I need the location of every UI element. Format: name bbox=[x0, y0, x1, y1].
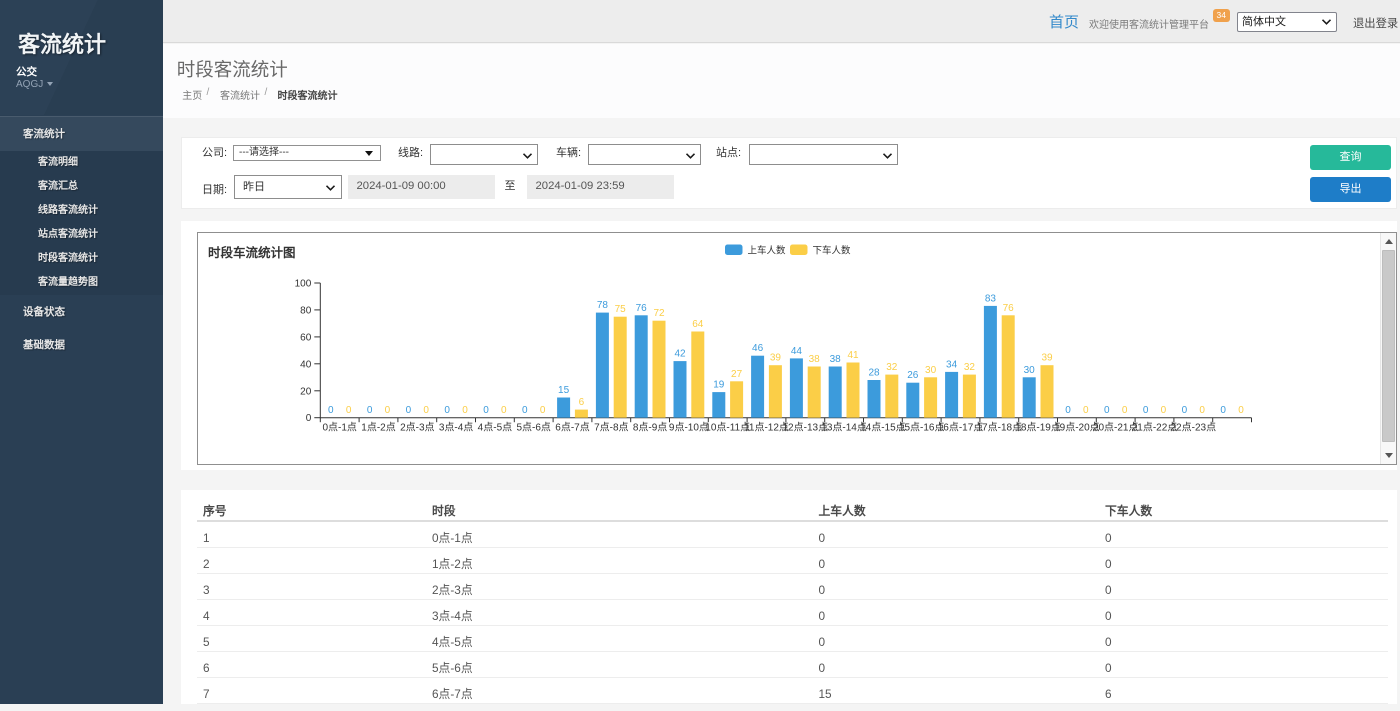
svg-text:0: 0 bbox=[306, 413, 312, 424]
svg-text:80: 80 bbox=[300, 305, 312, 316]
svg-text:0点-1点: 0点-1点 bbox=[322, 421, 356, 433]
svg-text:46: 46 bbox=[752, 343, 764, 354]
svg-text:0: 0 bbox=[540, 405, 546, 416]
svg-text:38: 38 bbox=[830, 354, 842, 365]
svg-text:4点-5点: 4点-5点 bbox=[478, 421, 512, 433]
svg-text:0: 0 bbox=[1104, 405, 1110, 416]
svg-text:28: 28 bbox=[868, 368, 880, 379]
svg-text:60: 60 bbox=[300, 332, 312, 343]
svg-text:41: 41 bbox=[847, 350, 859, 361]
svg-text:7点-8点: 7点-8点 bbox=[594, 421, 628, 433]
svg-text:83: 83 bbox=[985, 293, 997, 304]
svg-text:26: 26 bbox=[907, 370, 919, 381]
svg-text:38: 38 bbox=[809, 354, 821, 365]
svg-text:6点-7点: 6点-7点 bbox=[555, 421, 589, 433]
svg-text:0: 0 bbox=[483, 405, 489, 416]
svg-text:2点-3点: 2点-3点 bbox=[400, 421, 434, 433]
svg-text:39: 39 bbox=[770, 353, 782, 364]
svg-text:32: 32 bbox=[886, 362, 898, 373]
svg-text:44: 44 bbox=[791, 346, 803, 357]
svg-text:0: 0 bbox=[501, 405, 507, 416]
svg-text:0: 0 bbox=[346, 405, 352, 416]
svg-text:40: 40 bbox=[300, 359, 312, 370]
svg-text:0: 0 bbox=[1220, 405, 1226, 416]
svg-text:0: 0 bbox=[406, 405, 412, 416]
svg-text:42: 42 bbox=[674, 349, 686, 360]
svg-text:下车人数: 下车人数 bbox=[813, 244, 852, 256]
svg-text:78: 78 bbox=[597, 300, 609, 311]
svg-text:34: 34 bbox=[946, 359, 958, 370]
svg-text:0: 0 bbox=[423, 405, 429, 416]
svg-text:0: 0 bbox=[1161, 405, 1167, 416]
svg-text:0: 0 bbox=[385, 405, 391, 416]
svg-text:1点-2点: 1点-2点 bbox=[361, 421, 395, 433]
svg-text:0: 0 bbox=[462, 405, 468, 416]
svg-text:75: 75 bbox=[615, 304, 627, 315]
svg-text:19: 19 bbox=[713, 380, 725, 391]
svg-text:64: 64 bbox=[692, 319, 704, 330]
svg-text:27: 27 bbox=[731, 369, 743, 380]
svg-text:上车人数: 上车人数 bbox=[748, 244, 787, 256]
svg-text:22点-23点: 22点-23点 bbox=[1171, 421, 1217, 433]
svg-text:76: 76 bbox=[1003, 303, 1015, 314]
svg-text:32: 32 bbox=[964, 362, 976, 373]
svg-text:0: 0 bbox=[1122, 405, 1128, 416]
svg-text:0: 0 bbox=[1083, 405, 1089, 416]
svg-text:8点-9点: 8点-9点 bbox=[633, 421, 667, 433]
svg-text:15: 15 bbox=[558, 385, 570, 396]
svg-text:76: 76 bbox=[636, 303, 648, 314]
svg-text:5点-6点: 5点-6点 bbox=[516, 421, 550, 433]
svg-text:0: 0 bbox=[444, 405, 450, 416]
svg-text:0: 0 bbox=[1143, 405, 1149, 416]
svg-text:0: 0 bbox=[1238, 405, 1244, 416]
svg-text:0: 0 bbox=[1065, 405, 1071, 416]
svg-text:39: 39 bbox=[1041, 353, 1053, 364]
svg-text:6: 6 bbox=[579, 397, 585, 408]
svg-text:9点-10点: 9点-10点 bbox=[669, 421, 709, 433]
svg-text:72: 72 bbox=[653, 308, 665, 319]
svg-text:30: 30 bbox=[1024, 365, 1036, 376]
svg-text:0: 0 bbox=[522, 405, 528, 416]
svg-text:100: 100 bbox=[295, 279, 312, 290]
svg-text:0: 0 bbox=[328, 405, 334, 416]
svg-text:0: 0 bbox=[1199, 405, 1205, 416]
svg-text:0: 0 bbox=[367, 405, 373, 416]
svg-text:0: 0 bbox=[1182, 405, 1188, 416]
svg-text:30: 30 bbox=[925, 365, 937, 376]
svg-text:20: 20 bbox=[300, 386, 312, 397]
svg-text:3点-4点: 3点-4点 bbox=[439, 421, 473, 433]
